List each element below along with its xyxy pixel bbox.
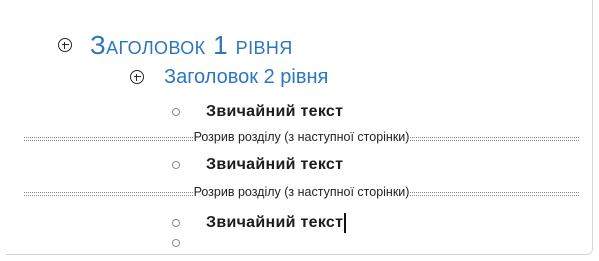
section-break-line-right <box>410 136 580 141</box>
outline-body-row-4[interactable] <box>172 239 206 247</box>
body-text-2[interactable]: Звичайний текст <box>206 155 343 175</box>
outline-heading-1-row[interactable]: Заголовок 1 рівня <box>58 30 293 60</box>
outline-heading-2-row[interactable]: Заголовок 2 рівня <box>130 65 328 89</box>
bullet-circle-icon[interactable] <box>172 219 180 227</box>
section-break-line-left <box>24 191 193 196</box>
expand-plus-icon[interactable] <box>58 38 72 52</box>
section-break-line-left <box>24 136 193 141</box>
heading-2-text[interactable]: Заголовок 2 рівня <box>164 65 328 89</box>
section-break-2: Розрив розділу (з наступної сторінки) <box>24 185 580 199</box>
outline-body-row-1[interactable]: Звичайний текст <box>172 102 343 122</box>
bullet-circle-icon[interactable] <box>172 161 180 169</box>
section-break-label-1: Розрив розділу (з наступної сторінки) <box>193 130 410 144</box>
body-text-1[interactable]: Звичайний текст <box>206 102 343 122</box>
expand-plus-icon[interactable] <box>130 70 144 84</box>
section-break-label-2: Розрив розділу (з наступної сторінки) <box>193 185 410 199</box>
bullet-circle-icon[interactable] <box>172 108 180 116</box>
body-text-3[interactable]: Звичайний текст <box>206 213 343 233</box>
section-break-1: Розрив розділу (з наступної сторінки) <box>24 130 580 144</box>
outline-body-row-2[interactable]: Звичайний текст <box>172 155 343 175</box>
text-cursor <box>344 213 346 233</box>
heading-1-text[interactable]: Заголовок 1 рівня <box>90 30 293 60</box>
outline-body-row-3[interactable]: Звичайний текст <box>172 213 346 233</box>
bullet-circle-icon[interactable] <box>172 239 180 247</box>
section-break-line-right <box>410 191 580 196</box>
